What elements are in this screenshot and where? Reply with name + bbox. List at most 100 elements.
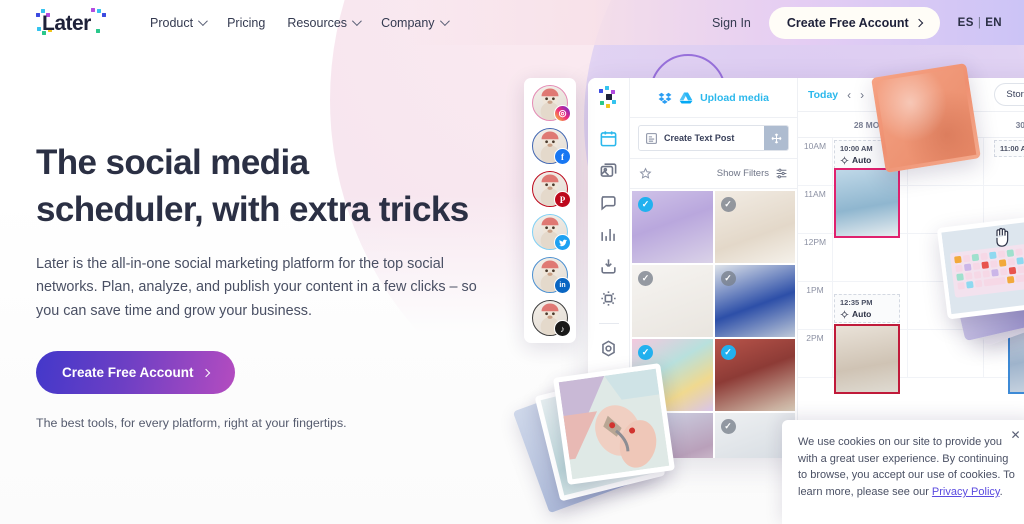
text-post-label: Create Text Post (664, 133, 735, 143)
lang-en[interactable]: EN (985, 17, 1002, 29)
conversations-icon[interactable] (599, 193, 618, 212)
media-cell[interactable]: ✓ (714, 339, 795, 411)
nav-label: Company (381, 15, 435, 30)
calendar-slot[interactable] (832, 234, 907, 281)
chevron-down-icon (198, 16, 208, 27)
chevron-down-icon (439, 16, 450, 27)
event-time: 11:00 A (1000, 144, 1024, 153)
header-create-account-button[interactable]: Create Free Account (768, 6, 940, 39)
selection-check-icon[interactable]: ✓ (720, 345, 736, 360)
account-pinterest[interactable]: P (532, 171, 571, 208)
star-icon[interactable] (639, 167, 652, 180)
link-in-bio-icon[interactable] (599, 339, 618, 358)
hour-label: 1PM (806, 285, 824, 295)
nav-item-pricing[interactable]: Pricing (227, 16, 265, 30)
upload-media-label[interactable]: Upload media (700, 92, 769, 104)
header-actions: Sign In Create Free Account ES | EN (712, 6, 1002, 39)
event-auto-label: Auto (852, 155, 872, 165)
photo-card-front[interactable] (553, 363, 675, 485)
cookie-banner: ✕ We use cookies on our site to provide … (782, 420, 1024, 524)
hour-label: 11AM (804, 189, 826, 199)
sign-in-link[interactable]: Sign In (712, 16, 751, 30)
sparkle-icon[interactable] (599, 289, 618, 308)
later-logo[interactable]: Later (36, 7, 114, 38)
analytics-icon[interactable] (599, 225, 618, 244)
drag-handle-icon[interactable] (764, 126, 788, 150)
pinterest-badge-icon: P (554, 191, 571, 208)
event-time: 12:35 PM (840, 298, 873, 307)
show-filters-label[interactable]: Show Filters (717, 168, 769, 179)
event-auto-label: Auto (852, 309, 872, 319)
selection-check-icon[interactable]: ✓ (720, 419, 736, 434)
calendar-event-thumbnail[interactable] (834, 324, 900, 394)
language-switcher: ES | EN (958, 17, 1002, 29)
calendar-event[interactable]: 11:00 A (994, 140, 1024, 157)
app-logo-icon (597, 86, 621, 110)
account-facebook[interactable]: f (532, 128, 571, 165)
event-auto-badge: Auto (840, 309, 894, 319)
privacy-policy-link[interactable]: Privacy Policy (932, 486, 1000, 498)
photo-image (875, 67, 977, 169)
account-tiktok[interactable]: ♪ (532, 300, 571, 337)
nav-label: Product (150, 15, 194, 30)
close-icon[interactable]: ✕ (1009, 429, 1022, 442)
calendar-event[interactable]: 12:35 PM Auto (834, 294, 900, 323)
hero-subtext: Later is the all-in-one social marketing… (36, 256, 477, 319)
chevron-left-icon[interactable]: ‹ (847, 89, 851, 101)
media-library-icon[interactable] (599, 161, 618, 180)
filter-sliders-icon[interactable] (775, 167, 788, 180)
hero-tagline: The best tools, for every platform, righ… (36, 416, 347, 431)
logo-text: Later (42, 11, 91, 35)
stories-button[interactable]: Stories (994, 83, 1024, 106)
button-label: Create Free Account (786, 15, 909, 30)
media-cell[interactable]: ✓ (714, 265, 795, 337)
auto-publish-icon (840, 310, 849, 318)
account-twitter[interactable] (532, 214, 571, 251)
text-post-row: Create Text Post (630, 118, 797, 159)
hero-create-account-button[interactable]: Create Free Account (36, 351, 235, 395)
create-text-post-input[interactable]: Create Text Post (638, 125, 789, 151)
auto-publish-icon (840, 156, 849, 164)
today-button[interactable]: Today (808, 89, 838, 101)
text-post-icon (646, 132, 657, 144)
rail-divider (598, 323, 619, 324)
floating-photo-peach[interactable] (871, 63, 981, 173)
lang-es[interactable]: ES (958, 17, 974, 29)
inbox-icon[interactable] (599, 257, 618, 276)
chevron-right-icon (914, 18, 923, 27)
media-cell[interactable]: ✓ (714, 191, 795, 263)
nav-item-company[interactable]: Company (381, 15, 450, 30)
selection-check-icon[interactable]: ✓ (638, 271, 653, 286)
hero-section: The social media scheduler, with extra t… (36, 140, 506, 430)
media-cell[interactable]: ✓ (632, 265, 713, 337)
day-header: 30 (1015, 119, 1024, 130)
selection-check-icon[interactable]: ✓ (720, 197, 736, 212)
chevron-right-icon (201, 368, 210, 377)
button-label: Create Free Account (62, 365, 194, 381)
nav-item-product[interactable]: Product (150, 15, 208, 30)
calendar-event-thumbnail[interactable] (834, 168, 900, 238)
page-title: The social media scheduler, with extra t… (36, 140, 506, 233)
headline-line-1: The social media (36, 143, 309, 182)
media-cell[interactable]: ✓ (632, 191, 713, 263)
photo-image (558, 368, 670, 480)
lang-separator: | (977, 16, 982, 29)
nav-item-resources[interactable]: Resources (287, 15, 362, 30)
hour-label: 2PM (806, 333, 824, 343)
hour-label: 10AM (803, 141, 827, 151)
account-linkedin[interactable]: in (532, 257, 571, 294)
main-nav: Product Pricing Resources Company (150, 15, 450, 30)
selection-check-icon[interactable]: ✓ (638, 197, 653, 212)
grab-hand-cursor-icon (996, 227, 1009, 247)
account-instagram[interactable]: ◎ (532, 85, 571, 122)
google-drive-icon[interactable] (679, 91, 693, 105)
instagram-badge-icon: ◎ (554, 105, 571, 122)
calendar-icon[interactable] (599, 129, 618, 148)
selection-check-icon[interactable]: ✓ (720, 271, 736, 286)
cookie-text-after: . (999, 486, 1003, 499)
selection-check-icon[interactable]: ✓ (638, 345, 653, 360)
nav-label: Resources (287, 15, 348, 30)
dropbox-icon[interactable] (658, 91, 672, 105)
chevron-right-icon[interactable]: › (860, 89, 864, 101)
linkedin-badge-icon: in (554, 277, 571, 294)
